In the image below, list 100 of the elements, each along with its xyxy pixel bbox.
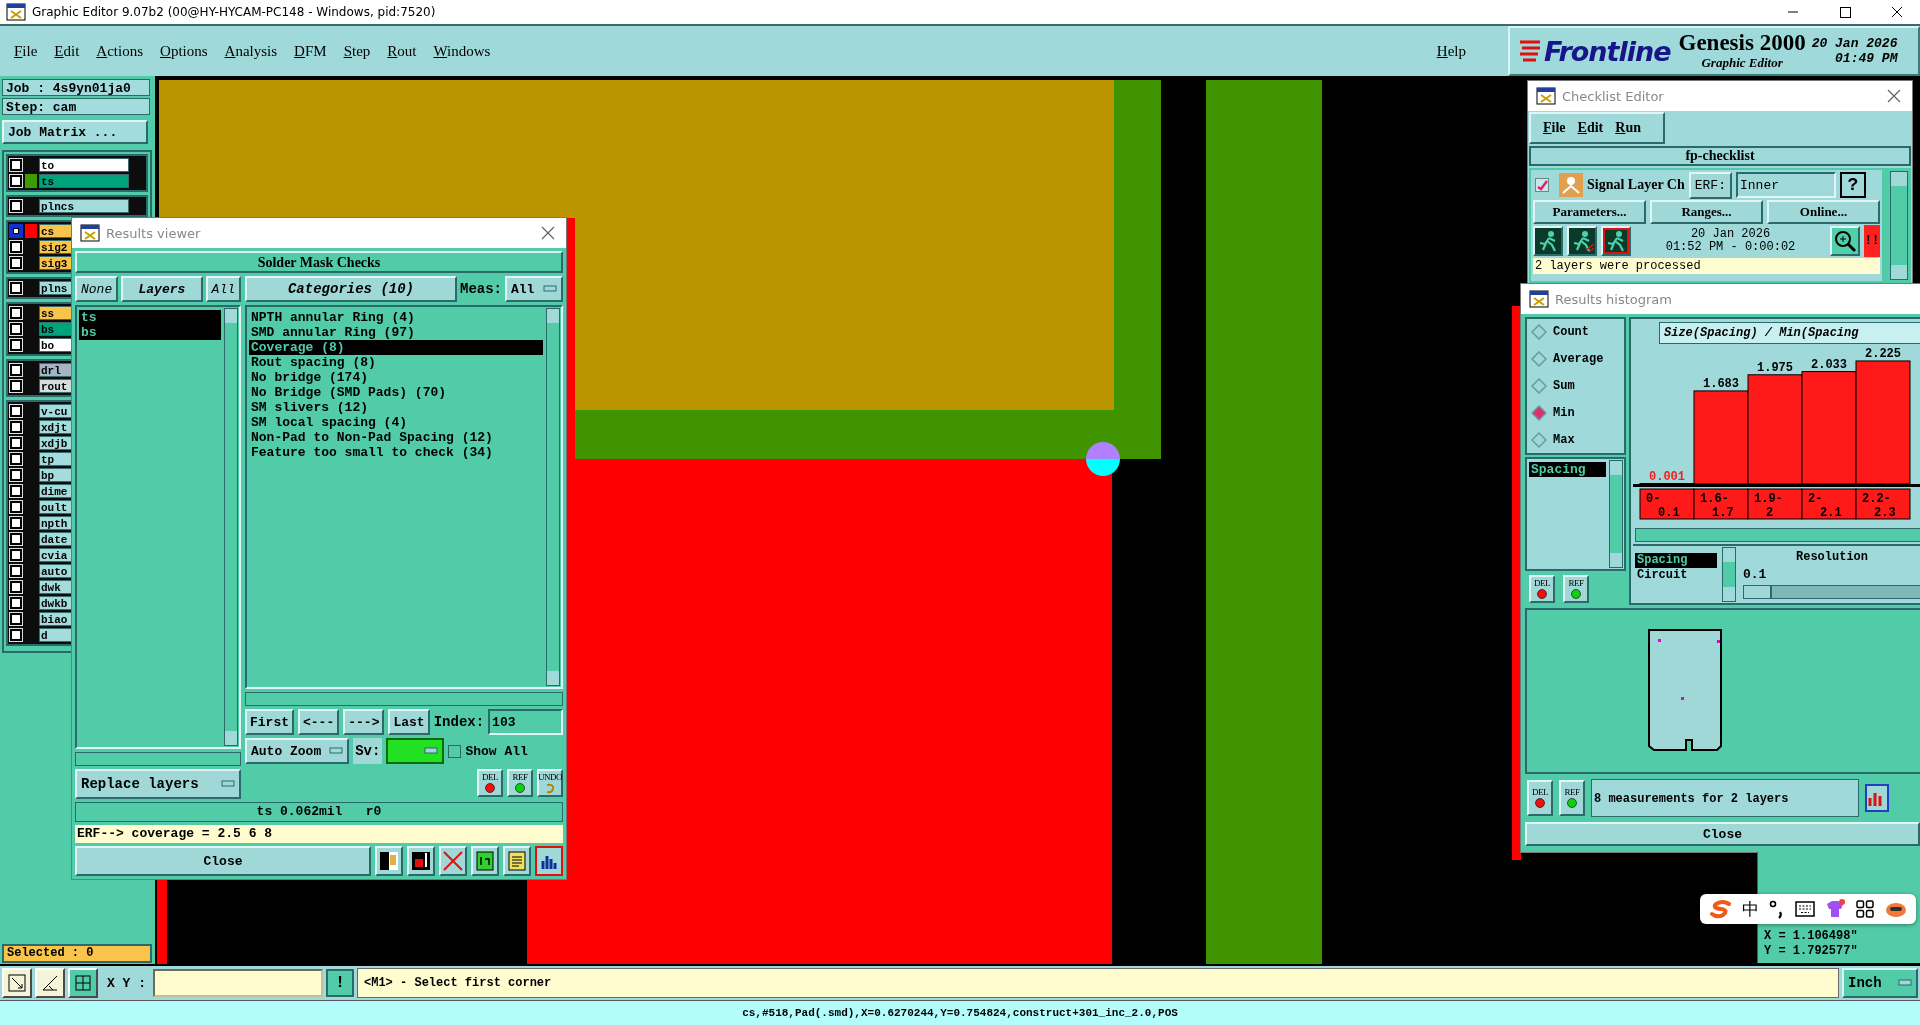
layer-filter-button[interactable]: Layers <box>121 276 203 302</box>
checkbox[interactable] <box>448 744 462 758</box>
layer-checkbox[interactable] <box>10 307 22 319</box>
layer-checkbox[interactable] <box>10 405 22 417</box>
menu-item[interactable]: Actions <box>96 42 144 60</box>
layer-filter-button[interactable]: None <box>75 276 119 302</box>
navigation-button[interactable]: Last <box>388 709 430 735</box>
layer-checkbox[interactable] <box>10 549 22 561</box>
chart-icon[interactable] <box>1865 784 1889 812</box>
layer-checkbox[interactable] <box>10 421 22 433</box>
histogram-bar[interactable] <box>1747 374 1803 485</box>
tool-button[interactable] <box>535 846 563 876</box>
layer-checkbox[interactable] <box>10 241 22 253</box>
layer-checkbox[interactable] <box>10 517 22 529</box>
menu-item[interactable]: Help <box>1436 42 1466 60</box>
layer-checkbox[interactable] <box>10 597 22 609</box>
list-item[interactable]: Non-Pad to Non-Pad Spacing (12) <box>249 430 543 445</box>
delete-button[interactable]: DEL <box>1527 780 1553 816</box>
layer-checkbox[interactable] <box>10 469 22 481</box>
menu-item[interactable]: Rout <box>387 42 417 60</box>
vertical-scrollbar[interactable] <box>1722 547 1736 602</box>
close-icon[interactable] <box>1886 88 1902 104</box>
run-button[interactable] <box>1533 226 1563 256</box>
action-button[interactable]: Online... <box>1767 200 1880 224</box>
layer-checkbox[interactable] <box>10 453 22 465</box>
refresh-button[interactable]: REF <box>1559 780 1585 816</box>
measure-button[interactable] <box>35 968 65 998</box>
list-item[interactable]: ts <box>79 310 221 325</box>
menu-item[interactable]: Run <box>1615 120 1641 136</box>
list-item[interactable]: Spacing <box>1529 462 1606 477</box>
navigation-button[interactable]: ---> <box>343 709 385 735</box>
layer-checkbox[interactable] <box>10 339 22 351</box>
action-button[interactable]: Ranges... <box>1650 200 1763 224</box>
keyboard-icon[interactable] <box>1794 900 1815 918</box>
erf-field[interactable]: Inner <box>1736 172 1836 198</box>
list-item[interactable]: Feature too small to check (34) <box>249 445 543 460</box>
erf-button[interactable]: ERF: <box>1688 171 1732 199</box>
radio-icon[interactable] <box>1531 324 1547 341</box>
layer-name[interactable]: ts <box>39 174 129 188</box>
run-button[interactable] <box>1601 226 1631 256</box>
layer-checkbox[interactable] <box>10 581 22 593</box>
navigation-button[interactable]: <--- <box>298 709 340 735</box>
list-item[interactable]: NPTH annular Ring (4) <box>249 310 543 325</box>
layer-checkbox[interactable] <box>10 533 22 545</box>
message-button[interactable]: ! <box>326 969 354 997</box>
delete-button[interactable]: DEL <box>1529 575 1555 603</box>
meas-dropdown[interactable]: All <box>505 276 563 302</box>
layer-checkbox[interactable] <box>10 175 22 187</box>
coordinate-field[interactable] <box>153 969 323 997</box>
menu-item[interactable]: Edit <box>54 42 80 60</box>
layer-checkbox[interactable] <box>10 437 22 449</box>
undo-button[interactable]: UNDO <box>537 769 563 797</box>
radio-icon[interactable] <box>1531 351 1547 368</box>
refresh-button[interactable]: REF <box>1563 575 1589 603</box>
layer-name[interactable]: to <box>39 158 129 172</box>
radio-icon[interactable] <box>1531 378 1547 394</box>
vertical-scrollbar[interactable] <box>546 308 560 686</box>
list-item[interactable]: No bridge (174) <box>249 370 543 385</box>
horizontal-scrollbar[interactable] <box>245 692 563 706</box>
zoom-mode-dropdown[interactable]: Auto Zoom <box>245 738 350 764</box>
radio-icon[interactable] <box>1531 431 1547 448</box>
layer-checkbox[interactable] <box>10 380 22 392</box>
menu-item[interactable]: Step <box>343 42 371 60</box>
list-item[interactable]: SMD annular Ring (97) <box>249 325 543 340</box>
list-item[interactable]: bs <box>79 325 221 340</box>
action-button[interactable]: Parameters... <box>1533 200 1646 224</box>
index-field[interactable]: 103 <box>488 709 563 735</box>
menu-item[interactable]: File <box>1543 120 1566 136</box>
histogram-bar[interactable] <box>1855 360 1911 485</box>
layer-checkbox[interactable] <box>10 159 22 171</box>
vertical-scrollbar[interactable] <box>224 308 238 746</box>
layer-filter-button[interactable]: All <box>205 276 241 302</box>
close-button[interactable]: Close <box>1525 822 1920 846</box>
layer-checkbox[interactable] <box>10 323 22 335</box>
layer-checkbox[interactable] <box>10 364 22 376</box>
color-dropdown[interactable] <box>386 738 445 764</box>
slider-thumb[interactable] <box>1744 586 1772 598</box>
job-matrix-button[interactable]: Job Matrix ... <box>2 120 148 144</box>
layer-checkbox[interactable] <box>10 485 22 497</box>
list-item[interactable]: No Bridge (SMD Pads) (70) <box>249 385 543 400</box>
list-item[interactable]: Circuit <box>1635 568 1717 583</box>
layer-checkbox[interactable] <box>10 629 22 641</box>
navigation-button[interactable]: First <box>245 709 294 735</box>
list-item[interactable]: SM local spacing (4) <box>249 415 543 430</box>
layer-checkbox[interactable] <box>10 501 22 513</box>
menu-item[interactable]: Analysis <box>224 42 278 60</box>
run-button[interactable] <box>1567 226 1597 256</box>
layer-checkbox[interactable] <box>10 565 22 577</box>
layer-checkbox[interactable] <box>10 225 22 237</box>
help-button[interactable]: ? <box>1840 172 1866 198</box>
vertical-scrollbar[interactable] <box>1890 171 1908 280</box>
list-item[interactable]: Coverage (8) <box>249 340 543 355</box>
vertical-scrollbar[interactable] <box>1609 460 1623 568</box>
histogram-bar[interactable] <box>1693 390 1749 485</box>
replace-mode-dropdown[interactable]: Replace layers <box>75 769 241 799</box>
layer-name[interactable]: plncs <box>39 199 129 213</box>
horizontal-scrollbar[interactable] <box>75 752 241 766</box>
refresh-button[interactable]: REF <box>507 769 533 797</box>
histogram-bar[interactable] <box>1801 371 1857 485</box>
layer-checkbox[interactable] <box>10 613 22 625</box>
